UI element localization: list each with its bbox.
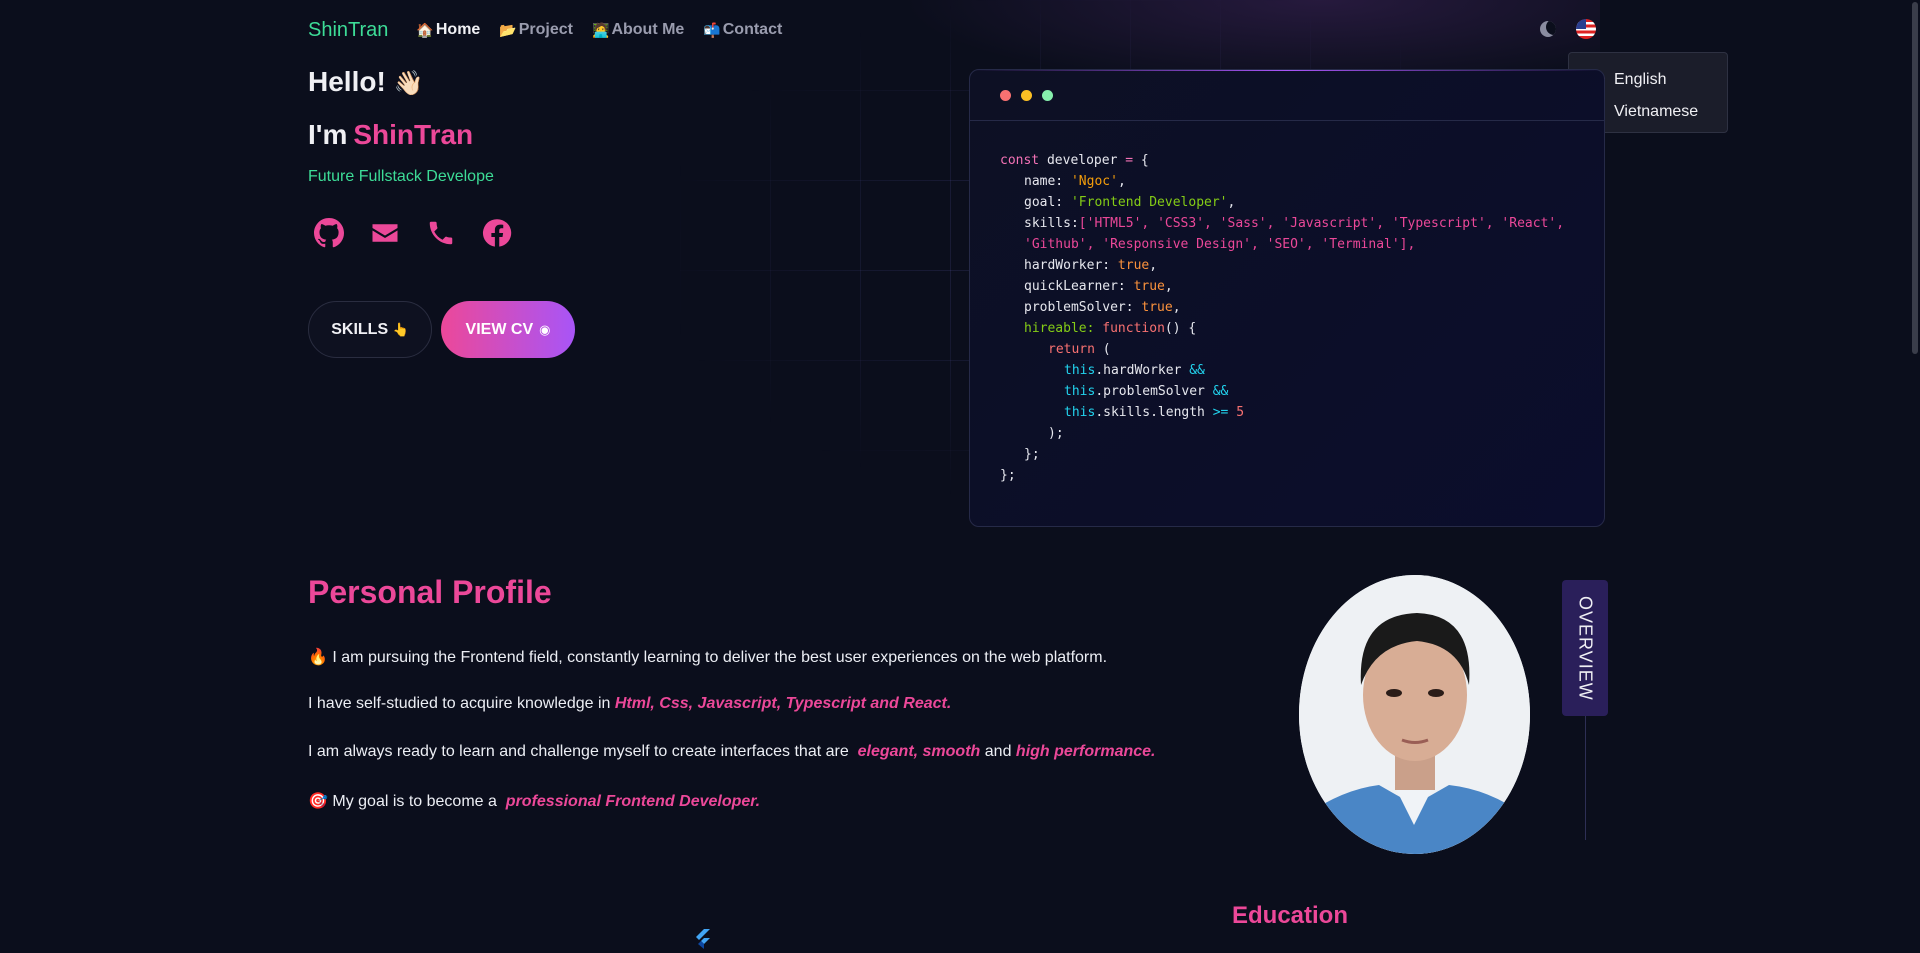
profile-text: I am always ready to learn and challenge…	[308, 743, 849, 760]
phone-icon[interactable]	[425, 217, 457, 249]
nav-contact[interactable]: 📬 Contact	[703, 21, 782, 39]
fire-icon: 🔥	[308, 649, 328, 666]
social-links	[313, 217, 537, 249]
target-icon: 🎯	[308, 793, 328, 810]
code-snippet: const developer = { name: 'Ngoc', goal: 'F…	[1000, 150, 1564, 486]
close-dot-icon	[1000, 90, 1011, 101]
code-line: hardWorker: true,	[1024, 258, 1158, 273]
code-divider	[970, 120, 1604, 121]
profile-title: Personal Profile	[308, 574, 552, 610]
nav-contact-label: Contact	[722, 21, 783, 38]
scrollbar-thumb[interactable]	[1912, 2, 1918, 354]
skills-button-label: SKILLS	[331, 320, 389, 338]
profile-text: I am pursuing the Frontend field, consta…	[332, 649, 1108, 666]
hero-hello: Hello! 👋🏻	[308, 66, 423, 98]
language-label: English	[1614, 71, 1667, 88]
code-line: return (	[1048, 342, 1111, 357]
nav-home-label: Home	[435, 21, 481, 38]
profile-text: My goal is to become a	[332, 793, 497, 810]
logo[interactable]: ShinTran	[308, 19, 388, 42]
code-line: this.hardWorker &&	[1064, 363, 1205, 378]
profile-paragraph-2: I have self-studied to acquire knowledge…	[308, 695, 951, 713]
profile-paragraph-4: 🎯 My goal is to become a professional Fr…	[308, 791, 760, 811]
view-cv-label: VIEW CV	[465, 320, 534, 338]
profile-highlight: professional Frontend Developer.	[505, 793, 761, 810]
moon-icon[interactable]	[1540, 21, 1556, 37]
overview-line	[1585, 716, 1586, 840]
overview-tab[interactable]: OVERVIEW	[1562, 580, 1608, 716]
profile-paragraph-1: 🔥 I am pursuing the Frontend field, cons…	[308, 647, 1107, 667]
code-line: const developer = {	[1000, 153, 1149, 168]
nav-home[interactable]: 🏠 Home	[416, 21, 480, 39]
eye-icon: ◉	[539, 321, 551, 337]
view-cv-button[interactable]: VIEW CV ◉	[441, 301, 575, 358]
hero-name-line: I'm ShinTran	[308, 119, 473, 151]
email-icon[interactable]	[369, 217, 401, 249]
code-line: this.skills.length >= 5	[1064, 405, 1245, 420]
code-line: goal: 'Frontend Developer',	[1024, 195, 1236, 210]
facebook-icon[interactable]	[481, 217, 513, 249]
github-icon[interactable]	[313, 217, 345, 249]
person-icon: 🧑‍💻	[592, 21, 610, 38]
code-line: skills:['HTML5', 'CSS3', 'Sass', 'Javasc…	[1024, 216, 1565, 231]
profile-text: and	[984, 743, 1012, 760]
hello-text: Hello!	[308, 66, 386, 97]
code-window: const developer = { name: 'Ngoc', goal: 'F…	[969, 69, 1605, 527]
code-line: name: 'Ngoc',	[1024, 174, 1126, 189]
code-line: };	[1024, 447, 1040, 462]
house-icon: 🏠	[416, 21, 434, 38]
profile-paragraph-3: I am always ready to learn and challenge…	[308, 743, 1156, 761]
overview-label: OVERVIEW	[1575, 595, 1596, 701]
nav-about-label: About Me	[611, 21, 685, 38]
nav-about[interactable]: 🧑‍💻 About Me	[592, 21, 684, 39]
wave-icon: 👋🏻	[393, 70, 424, 97]
hero-subtitle: Future Fullstack Develope	[308, 168, 494, 185]
skills-button[interactable]: SKILLS 👆	[308, 301, 432, 358]
code-line: );	[1048, 426, 1064, 441]
profile-highlight: elegant, smooth	[857, 743, 981, 760]
code-line: };	[1000, 468, 1016, 483]
code-line: quickLearner: true,	[1024, 279, 1173, 294]
profile-text: I have self-studied to acquire knowledge…	[308, 695, 611, 712]
pointer-icon: 👆	[392, 321, 409, 337]
flutter-icon	[696, 929, 710, 949]
education-title: Education	[1232, 902, 1349, 929]
language-label: Vietnamese	[1614, 103, 1699, 120]
profile-highlight: Html, Css, Javascript, Typescript and Re…	[614, 695, 952, 712]
code-line: problemSolver: true,	[1024, 300, 1181, 315]
mailbox-icon: 📬	[703, 21, 721, 38]
code-line: hireable: function() {	[1024, 321, 1197, 336]
folder-icon: 📂	[499, 21, 517, 38]
code-line: 'Github', 'Responsive Design', 'SEO', 'T…	[1024, 237, 1416, 252]
maximize-dot-icon	[1042, 90, 1053, 101]
window-controls	[1000, 90, 1063, 101]
profile-highlight: high performance.	[1015, 743, 1156, 760]
nav-project[interactable]: 📂 Project	[499, 21, 573, 39]
hero-name: ShinTran	[353, 119, 474, 150]
im-text: I'm	[308, 119, 348, 150]
top-nav: ShinTran 🏠 Home 📂 Project 🧑‍💻 About Me 📬 Con…	[308, 18, 801, 42]
nav-project-label: Project	[518, 21, 573, 38]
minimize-dot-icon	[1021, 90, 1032, 101]
us-flag-icon[interactable]	[1576, 19, 1596, 39]
code-line: this.problemSolver &&	[1064, 384, 1229, 399]
avatar	[1299, 575, 1530, 854]
